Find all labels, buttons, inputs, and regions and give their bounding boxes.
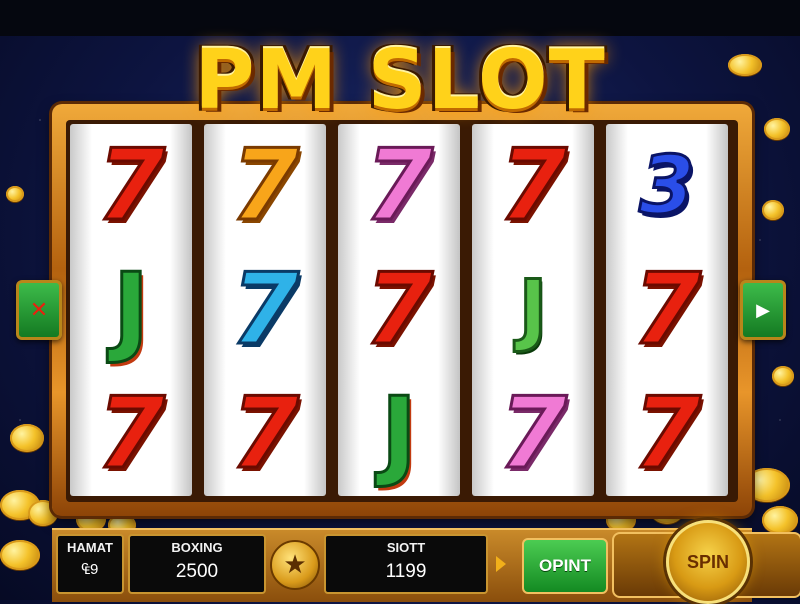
hamat-value: ₠9 [81, 561, 99, 578]
reel-symbol: 7 [631, 253, 702, 367]
reel-symbol: 7 [95, 129, 166, 243]
boxing-label: BOXING [171, 540, 223, 555]
reel-symbol: 7 [229, 129, 300, 243]
reel-symbol: J [379, 377, 418, 491]
star-icon: ★ [283, 550, 307, 580]
play-icon: ▶ [756, 299, 770, 321]
game-title: PM SLOT [194, 33, 606, 128]
reel-window: 7 J 7 7 7 7 7 7 J 7 J 7 3 7 7 [66, 120, 738, 502]
coin-decoration [762, 506, 798, 534]
siott-label: SIOTT [386, 540, 426, 555]
right-side-button[interactable]: ▶ [740, 280, 786, 340]
coin-decoration [0, 540, 40, 570]
reel-symbol: 7 [229, 253, 300, 367]
opint-button[interactable]: OPINT [522, 538, 608, 594]
reel-1: 7 J 7 [70, 124, 192, 496]
left-side-button[interactable]: ✕ [16, 280, 62, 340]
coin-decoration [762, 200, 784, 220]
reel-symbol: J [111, 253, 150, 367]
close-icon: ✕ [29, 297, 49, 323]
reel-3: 7 7 J [338, 124, 460, 496]
hamat-label: HAMAT [67, 540, 113, 555]
reel-symbol: 3 [638, 139, 697, 232]
coin-decoration [10, 424, 44, 452]
reel-symbol: 7 [631, 377, 702, 491]
coin-decoration [772, 366, 794, 386]
reel-5: 3 7 7 [606, 124, 728, 496]
arrow-right-icon [496, 556, 506, 572]
coin-decoration [6, 186, 24, 202]
reel-symbol: 7 [363, 253, 434, 367]
reel-symbol: J [517, 265, 549, 355]
boxing-value: 2500 [175, 561, 219, 582]
hamat-display: HAMAT ₠9 [56, 534, 124, 594]
top-bar [0, 0, 800, 36]
reel-symbol: 7 [95, 377, 166, 491]
reel-symbol: 7 [497, 377, 568, 491]
reel-symbol: 7 [497, 129, 568, 243]
reel-4: 7 J 7 [472, 124, 594, 496]
siott-value: 1199 [385, 561, 427, 582]
reel-symbol: 7 [363, 129, 434, 243]
reel-symbol: 7 [229, 377, 300, 491]
star-button[interactable]: ★ [270, 540, 320, 590]
siott-display: SIOTT 1199 [324, 534, 488, 594]
slot-machine-cabinet: 7 J 7 7 7 7 7 7 J 7 J 7 3 7 7 [52, 104, 752, 516]
reel-2: 7 7 7 [204, 124, 326, 496]
boxing-display: BOXING 2500 [128, 534, 266, 594]
spin-button[interactable]: SPIN [666, 520, 750, 604]
